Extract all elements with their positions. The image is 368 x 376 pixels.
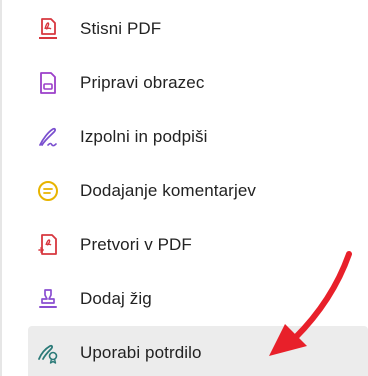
certificate-icon <box>36 341 60 365</box>
convert-pdf-icon <box>36 233 60 257</box>
panel-divider <box>0 0 2 376</box>
menu-item-fill-sign[interactable]: Izpolni in podpiši <box>28 110 368 164</box>
menu-item-label: Izpolni in podpiši <box>80 127 208 146</box>
menu-item-compress-pdf[interactable]: Stisni PDF <box>28 2 368 56</box>
comment-icon <box>36 179 60 203</box>
menu-item-label: Dodaj žig <box>80 289 152 308</box>
tools-menu: Stisni PDF Pripravi obrazec Izpolni in p… <box>28 0 368 376</box>
stamp-icon <box>36 287 60 311</box>
compress-pdf-icon <box>36 17 60 41</box>
menu-item-label: Stisni PDF <box>80 19 162 38</box>
menu-item-label: Pripravi obrazec <box>80 73 205 92</box>
tools-menu-page: Stisni PDF Pripravi obrazec Izpolni in p… <box>0 0 368 376</box>
menu-item-convert-pdf[interactable]: Pretvori v PDF <box>28 218 368 272</box>
menu-item-add-stamp[interactable]: Dodaj žig <box>28 272 368 326</box>
menu-item-prepare-form[interactable]: Pripravi obrazec <box>28 56 368 110</box>
menu-item-label: Pretvori v PDF <box>80 235 192 254</box>
menu-item-use-certificate[interactable]: Uporabi potrdilo <box>28 326 368 376</box>
prepare-form-icon <box>36 71 60 95</box>
menu-item-label: Uporabi potrdilo <box>80 343 202 362</box>
fill-sign-icon <box>36 125 60 149</box>
menu-item-add-comments[interactable]: Dodajanje komentarjev <box>28 164 368 218</box>
menu-item-label: Dodajanje komentarjev <box>80 181 256 200</box>
